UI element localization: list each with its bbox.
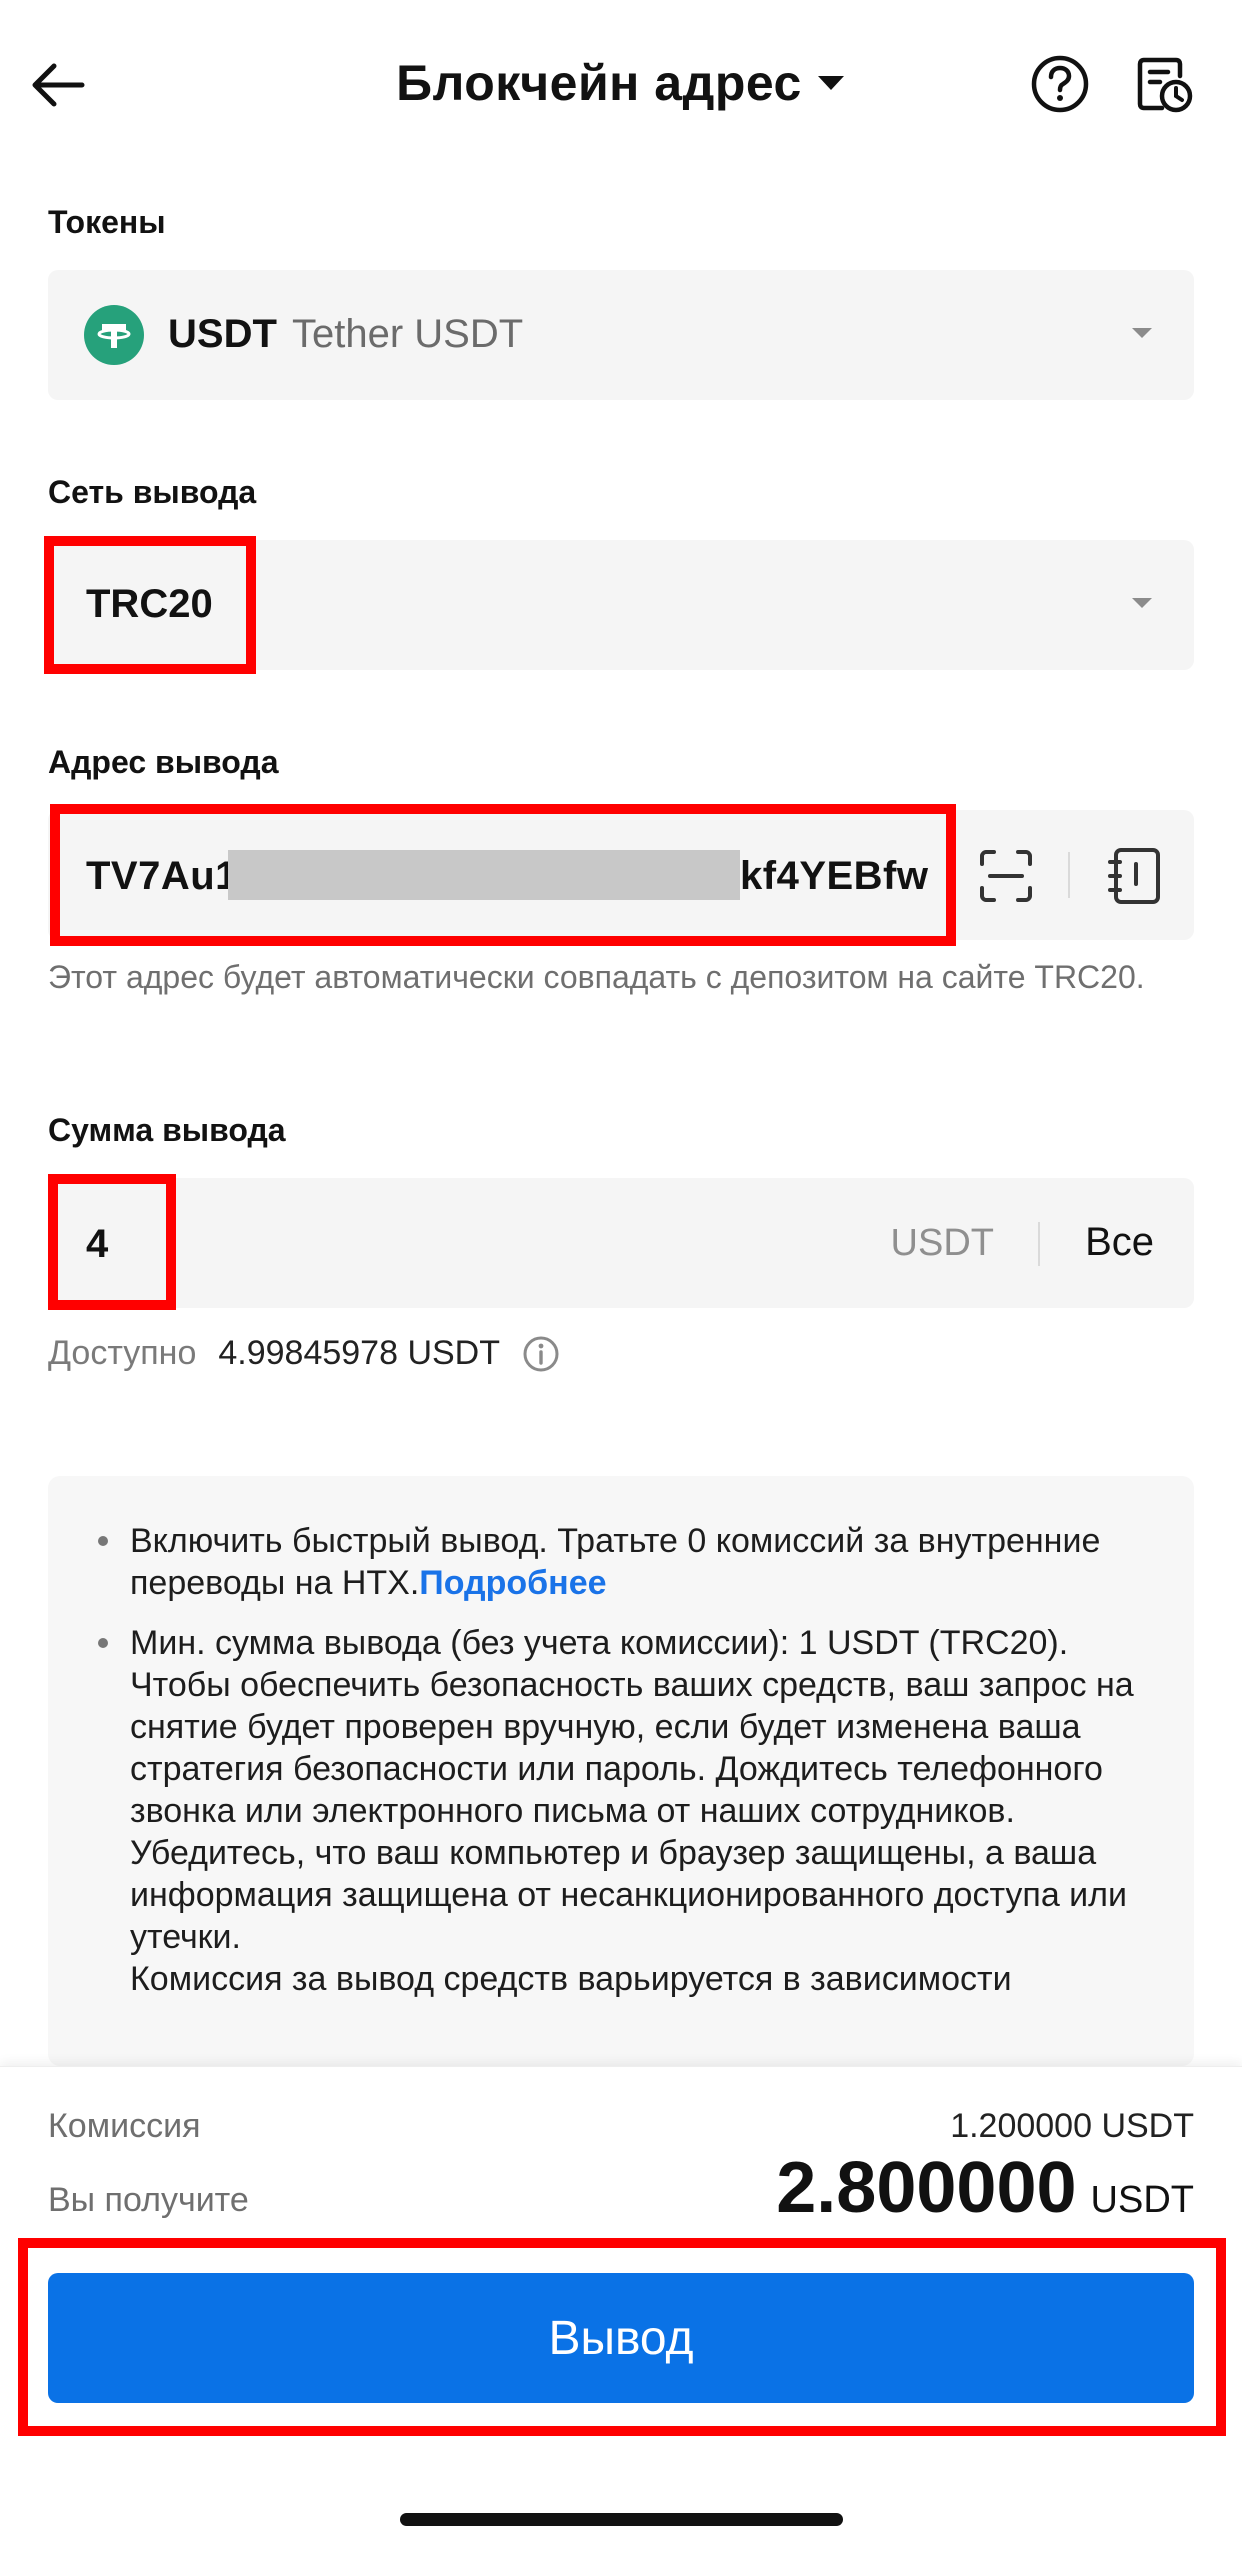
amount-label: Сумма вывода [48, 1112, 286, 1148]
tether-logo-icon [84, 305, 144, 365]
caret-down-icon [817, 76, 844, 90]
available-row: Доступно 4.99845978 USDT [48, 1334, 560, 1373]
receive-value: 2.800000 [776, 2148, 1077, 2228]
address-book-button[interactable] [1104, 846, 1164, 906]
receive-label: Вы получите [48, 2181, 249, 2219]
receive-amount: 2.800000 USDT [776, 2147, 1194, 2229]
address-hint: Этот адрес будет автоматически совпадать… [48, 959, 1145, 995]
learn-more-link[interactable]: Подробнее [419, 1564, 606, 1602]
history-record-icon [1137, 57, 1193, 113]
network-select[interactable]: TRC20 [48, 540, 1194, 670]
fee-label: Комиссия [48, 2107, 201, 2145]
token-code: USDT [168, 312, 277, 356]
info-icon[interactable] [522, 1335, 560, 1373]
address-book-icon [1108, 848, 1160, 904]
bullet-dot [98, 1638, 108, 1648]
amount-field[interactable]: 4 USDT Все [48, 1178, 1194, 1308]
address-divider [1068, 852, 1070, 898]
history-button[interactable] [1132, 52, 1196, 116]
token-label: Токены [48, 204, 166, 240]
bullet-dot [98, 1536, 108, 1546]
available-value: 4.99845978 USDT [218, 1334, 501, 1372]
receive-unit: USDT [1090, 2179, 1194, 2221]
token-name: Tether USDT [292, 312, 524, 356]
page-title: Блокчейн адрес [396, 55, 802, 111]
help-button[interactable] [1028, 52, 1092, 116]
note-fast-withdrawal-text: Включить быстрый вывод. Тратьте 0 комисс… [130, 1522, 1101, 1602]
scan-icon [980, 850, 1032, 902]
address-prefix: TV7Au1 [86, 854, 238, 898]
note-fast-withdrawal: Включить быстрый вывод. Тратьте 0 комисс… [130, 1520, 1170, 1604]
address-field[interactable]: TV7Au1 kf4YEBfw [48, 810, 1194, 940]
address-suffix: kf4YEBfw [740, 854, 929, 898]
withdraw-button[interactable]: Вывод [48, 2273, 1194, 2403]
all-button[interactable]: Все [1085, 1220, 1154, 1265]
amount-divider [1038, 1222, 1040, 1266]
notes-panel: Включить быстрый вывод. Тратьте 0 комисс… [48, 1476, 1194, 2066]
note-fee-text: Комиссия за вывод средств варьируется в … [130, 1960, 1012, 1998]
summary-sheet: Комиссия 1.200000 USDT Вы получите 2.800… [0, 2066, 1242, 2557]
scan-qr-button[interactable] [978, 848, 1034, 904]
note-minimum-text: Мин. сумма вывода (без учета комиссии): … [130, 1624, 1134, 1830]
network-value: TRC20 [86, 582, 213, 626]
available-label: Доступно [48, 1334, 197, 1372]
network-label: Сеть вывода [48, 474, 257, 510]
address-redaction [228, 850, 740, 900]
fee-value: 1.200000 USDT [950, 2107, 1194, 2145]
token-select[interactable]: USDT Tether USDT [48, 270, 1194, 400]
dropdown-caret-icon [1132, 328, 1152, 338]
question-circle-icon [1031, 55, 1089, 113]
amount-unit: USDT [890, 1222, 994, 1264]
note-minimum: Мин. сумма вывода (без учета комиссии): … [130, 1622, 1170, 2000]
note-security-text: Убедитесь, что ваш компьютер и браузер з… [130, 1834, 1128, 1956]
home-indicator [400, 2513, 843, 2526]
amount-value: 4 [86, 1222, 109, 1266]
address-label: Адрес вывода [48, 744, 279, 780]
dropdown-caret-icon [1132, 598, 1152, 608]
